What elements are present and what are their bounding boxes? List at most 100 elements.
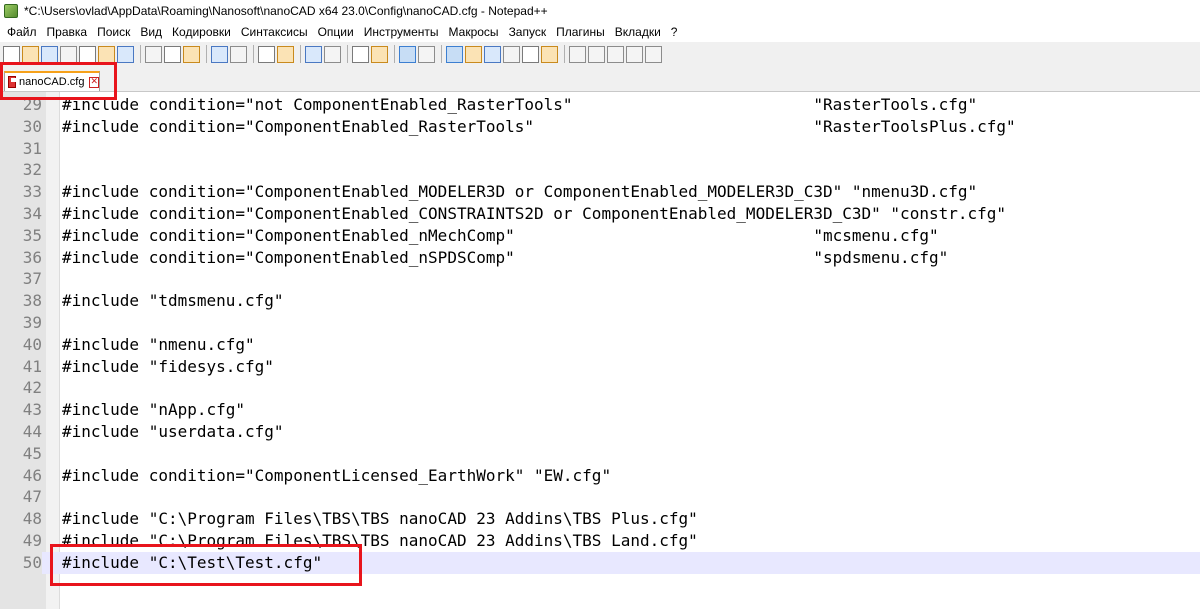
line-number: 37	[22, 269, 42, 289]
code-line[interactable]: 31	[0, 138, 1200, 160]
menu-item-11[interactable]: Вкладки	[610, 25, 666, 39]
line-number: 36	[22, 247, 42, 267]
toolbar-separator	[300, 45, 301, 63]
toolbar-separator	[347, 45, 348, 63]
indent-guide-icon[interactable]	[446, 45, 463, 63]
code-text[interactable]: #include "userdata.cfg"	[62, 421, 284, 443]
menu-item-9[interactable]: Запуск	[504, 25, 552, 39]
paste-icon[interactable]	[183, 45, 200, 63]
menu-item-1[interactable]: Правка	[42, 25, 93, 39]
print-icon[interactable]	[117, 45, 134, 63]
code-text[interactable]: #include condition="not ComponentEnabled…	[62, 94, 977, 116]
code-line[interactable]: 46 #include condition="ComponentLicensed_…	[0, 465, 1200, 487]
code-text[interactable]: #include condition="ComponentLicensed_Ea…	[62, 465, 611, 487]
language-icon[interactable]	[465, 45, 482, 63]
toolbar-separator	[441, 45, 442, 63]
toolbar-separator	[394, 45, 395, 63]
zoom-out-icon[interactable]	[324, 45, 341, 63]
code-line[interactable]: 37	[0, 268, 1200, 290]
code-text[interactable]: #include condition="ComponentEnabled_nMe…	[62, 225, 939, 247]
save-icon[interactable]	[41, 45, 58, 63]
stop-record-icon[interactable]	[588, 45, 605, 63]
sync-horizontal-icon[interactable]	[371, 45, 388, 63]
code-line[interactable]: 44 #include "userdata.cfg"	[0, 421, 1200, 443]
menu-item-12[interactable]: ?	[666, 25, 683, 39]
menu-item-4[interactable]: Кодировки	[167, 25, 236, 39]
title-bar: *C:\Users\ovlad\AppData\Roaming\Nanosoft…	[0, 0, 1200, 22]
code-line[interactable]: 38 #include "tdmsmenu.cfg"	[0, 290, 1200, 312]
show-all-chars-icon[interactable]	[418, 45, 435, 63]
editor[interactable]: 29 #include condition="not ComponentEnabl…	[0, 92, 1200, 609]
code-line[interactable]: 29 #include condition="not ComponentEnabl…	[0, 94, 1200, 116]
close-all-icon[interactable]	[98, 45, 115, 63]
cut-icon[interactable]	[145, 45, 162, 63]
code-text[interactable]: #include condition="ComponentEnabled_Ras…	[62, 116, 1016, 138]
tab-bar: nanoCAD.cfg ✕	[0, 66, 1200, 92]
copy-icon[interactable]	[164, 45, 181, 63]
replace-icon[interactable]	[277, 45, 294, 63]
code-line[interactable]: 43 #include "nApp.cfg"	[0, 399, 1200, 421]
line-number: 30	[22, 116, 42, 136]
menu-item-3[interactable]: Вид	[135, 25, 167, 39]
code-line[interactable]: 48 #include "C:\Program Files\TBS\TBS nan…	[0, 508, 1200, 530]
code-line[interactable]: 36 #include condition="ComponentEnabled_n…	[0, 247, 1200, 269]
undo-icon[interactable]	[211, 45, 228, 63]
code-text[interactable]: #include condition="ComponentEnabled_MOD…	[62, 181, 977, 203]
code-line[interactable]: 47	[0, 486, 1200, 508]
line-number: 33	[22, 182, 42, 202]
open-file-icon[interactable]	[22, 45, 39, 63]
code-text[interactable]: #include "nmenu.cfg"	[62, 334, 255, 356]
code-line[interactable]: 34 #include condition="ComponentEnabled_C…	[0, 203, 1200, 225]
redo-icon[interactable]	[230, 45, 247, 63]
line-number: 42	[22, 378, 42, 398]
menu-item-0[interactable]: Файл	[0, 25, 42, 39]
line-number: 41	[22, 356, 42, 376]
toolbar-separator	[253, 45, 254, 63]
menu-item-10[interactable]: Плагины	[551, 25, 610, 39]
line-number: 40	[22, 334, 42, 354]
folder-workspace-icon[interactable]	[522, 45, 539, 63]
notepad-plus-plus-icon	[4, 4, 18, 18]
code-line[interactable]: 32	[0, 159, 1200, 181]
code-text[interactable]: #include condition="ComponentEnabled_CON…	[62, 203, 1006, 225]
toolbar-separator	[140, 45, 141, 63]
code-line[interactable]: 42	[0, 377, 1200, 399]
code-line[interactable]: 41 #include "fidesys.cfg"	[0, 356, 1200, 378]
code-line[interactable]: 39	[0, 312, 1200, 334]
code-text[interactable]: #include "fidesys.cfg"	[62, 356, 274, 378]
code-line[interactable]: 33 #include condition="ComponentEnabled_M…	[0, 181, 1200, 203]
document-map-icon[interactable]	[484, 45, 501, 63]
code-line[interactable]: 30 #include condition="ComponentEnabled_R…	[0, 116, 1200, 138]
menu-item-8[interactable]: Макросы	[444, 25, 504, 39]
code-line[interactable]: 40 #include "nmenu.cfg"	[0, 334, 1200, 356]
monitoring-icon[interactable]	[541, 45, 558, 63]
code-line[interactable]: 45	[0, 443, 1200, 465]
run-macro-multiple-icon[interactable]	[626, 45, 643, 63]
new-file-icon[interactable]	[3, 45, 20, 63]
annotation-box-line-50	[50, 544, 362, 586]
code-text[interactable]: #include "tdmsmenu.cfg"	[62, 290, 284, 312]
line-number: 31	[22, 138, 42, 158]
record-macro-icon[interactable]	[569, 45, 586, 63]
menu-item-7[interactable]: Инструменты	[359, 25, 444, 39]
function-list-icon[interactable]	[503, 45, 520, 63]
play-macro-icon[interactable]	[607, 45, 624, 63]
sync-vertical-icon[interactable]	[352, 45, 369, 63]
menu-item-6[interactable]: Опции	[313, 25, 359, 39]
close-icon[interactable]	[79, 45, 96, 63]
toolbar-separator	[206, 45, 207, 63]
zoom-in-icon[interactable]	[305, 45, 322, 63]
menu-item-5[interactable]: Синтаксисы	[236, 25, 313, 39]
menu-item-2[interactable]: Поиск	[92, 25, 135, 39]
toolbar-separator	[564, 45, 565, 63]
window-title: *C:\Users\ovlad\AppData\Roaming\Nanosoft…	[24, 4, 548, 18]
find-icon[interactable]	[258, 45, 275, 63]
save-macro-icon[interactable]	[645, 45, 662, 63]
code-line[interactable]: 35 #include condition="ComponentEnabled_n…	[0, 225, 1200, 247]
code-text[interactable]: #include condition="ComponentEnabled_nSP…	[62, 247, 948, 269]
word-wrap-icon[interactable]	[399, 45, 416, 63]
code-text[interactable]: #include "nApp.cfg"	[62, 399, 245, 421]
code-text[interactable]: #include "C:\Program Files\TBS\TBS nanoC…	[62, 508, 698, 530]
save-all-icon[interactable]	[60, 45, 77, 63]
menu-bar: Файл Правка Поиск Вид Кодировки Синтаксисы Опц…	[0, 22, 1200, 42]
